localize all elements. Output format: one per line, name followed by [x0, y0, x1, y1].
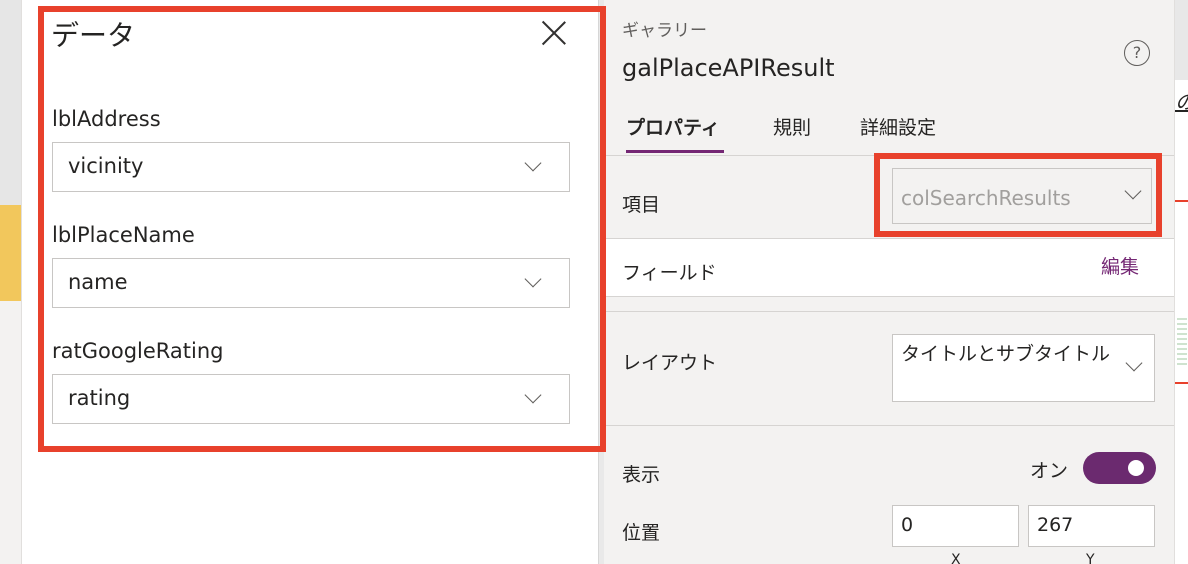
visible-label: 表示: [622, 464, 661, 486]
field-dropdown-ratgooglerating[interactable]: rating: [52, 374, 570, 424]
background-text: の: [1175, 86, 1188, 115]
chevron-down-icon: [524, 270, 542, 288]
x-axis-label: X: [951, 552, 961, 564]
properties-pane: ギャラリー galPlaceAPIResult ? プロパティ 規則 詳細設定 …: [604, 0, 1174, 564]
tab-advanced[interactable]: 詳細設定: [860, 113, 936, 140]
position-x-input[interactable]: 0: [892, 505, 1019, 547]
close-icon[interactable]: [540, 20, 568, 48]
background-red-line: [1175, 200, 1188, 202]
layout-dropdown[interactable]: タイトルとサブタイトル: [892, 334, 1155, 402]
control-type-label: ギャラリー: [622, 21, 707, 41]
divider: [604, 425, 1174, 426]
visible-toggle[interactable]: [1083, 452, 1156, 484]
field-dropdown-lbladdress[interactable]: vicinity: [52, 142, 570, 192]
field-label-lbladdress: lblAddress: [52, 107, 161, 131]
chevron-down-icon: [1125, 354, 1143, 372]
layout-value: タイトルとサブタイトル: [901, 343, 1111, 365]
data-panel: データ lblAddress vicinity lblPlaceName nam…: [22, 0, 598, 564]
background-right-strip: の: [1174, 0, 1188, 564]
chevron-down-icon: [524, 154, 542, 172]
field-label-lblplacename: lblPlaceName: [52, 223, 195, 247]
layout-label: レイアウト: [622, 352, 718, 374]
toggle-knob: [1128, 460, 1144, 476]
divider: [604, 238, 1174, 239]
dropdown-value: vicinity: [68, 154, 144, 178]
field-dropdown-lblplacename[interactable]: name: [52, 258, 570, 308]
tab-properties[interactable]: プロパティ: [626, 113, 720, 140]
divider: [604, 155, 1174, 156]
background-yellow-block: [0, 205, 21, 301]
y-axis-label: Y: [1086, 552, 1095, 564]
background-left-strip: [0, 0, 22, 564]
tab-rules[interactable]: 規則: [773, 113, 811, 140]
divider: [604, 311, 1174, 312]
fields-label: フィールド: [622, 262, 717, 284]
divider: [604, 296, 1174, 297]
data-panel-title: データ: [51, 19, 136, 52]
background-red-line: [1175, 382, 1188, 384]
edit-fields-link[interactable]: 編集: [1101, 252, 1139, 279]
control-name: galPlaceAPIResult: [622, 54, 835, 82]
background-gray-block: [1175, 0, 1188, 80]
chevron-down-icon: [1124, 182, 1142, 200]
chevron-down-icon: [524, 386, 542, 404]
dropdown-value: rating: [68, 386, 131, 410]
active-tab-indicator: [626, 150, 724, 153]
field-label-ratgooglerating: ratGoogleRating: [52, 339, 224, 363]
background-gray-block: [0, 0, 21, 205]
help-icon[interactable]: ?: [1124, 40, 1150, 66]
items-label: 項目: [622, 194, 661, 216]
visible-state-label: オン: [1030, 460, 1069, 482]
background-pattern: [1177, 318, 1187, 368]
position-label: 位置: [622, 522, 661, 544]
items-value: colSearchResults: [901, 186, 1071, 210]
position-y-input[interactable]: 267: [1028, 505, 1155, 547]
items-dropdown[interactable]: colSearchResults: [892, 168, 1152, 224]
dropdown-value: name: [68, 270, 128, 294]
